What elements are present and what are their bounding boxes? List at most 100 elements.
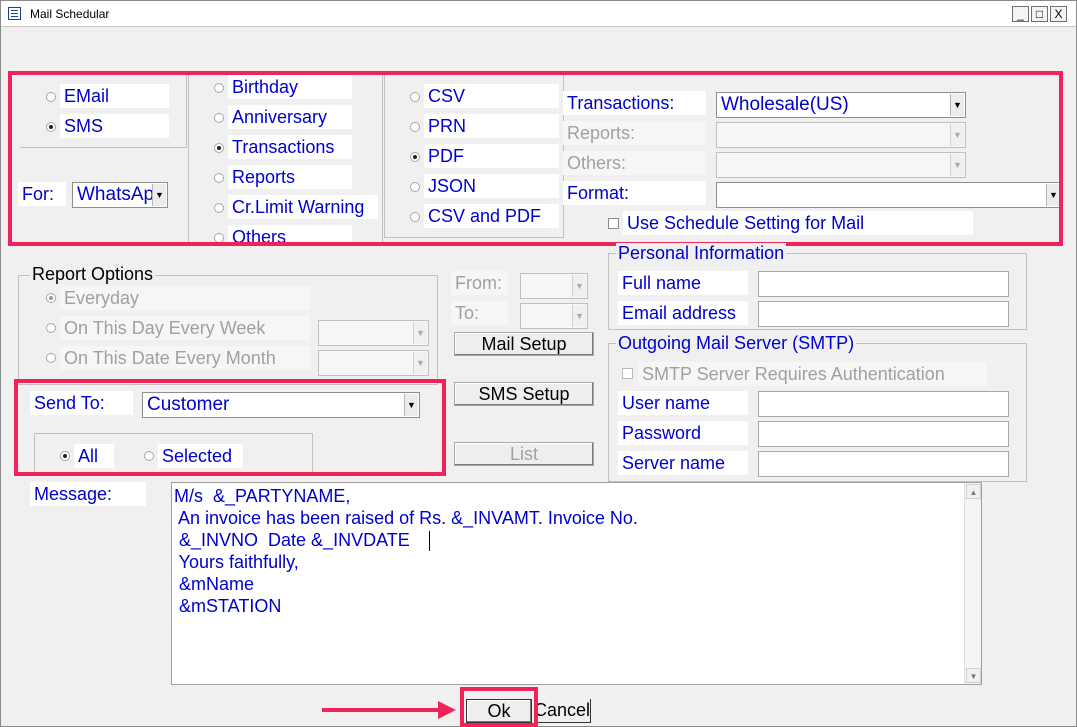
scroll-down-icon[interactable]: ▼ [966,668,981,683]
password-label: Password [618,421,748,445]
prn-label[interactable]: PRN [424,114,559,138]
birthday-radio[interactable] [214,83,224,93]
on-day-radio[interactable] [46,323,56,333]
mail-schedular-window: Mail Schedular _ □ X EMail SMS For: What… [0,0,1077,727]
use-schedule-checkbox[interactable] [608,218,619,229]
email-address-label: Email address [618,301,748,325]
arrow-right-icon [438,701,456,719]
server-name-label: Server name [618,451,748,475]
sms-radio[interactable] [46,122,56,132]
transactions-select[interactable]: Wholesale(US) ▼ [716,92,966,118]
chevron-down-icon[interactable]: ▼ [413,352,427,374]
for-select[interactable]: WhatsAp ▼ [72,182,168,208]
on-date-radio[interactable] [46,353,56,363]
sms-setup-button[interactable]: SMS Setup [454,382,594,406]
csv-radio[interactable] [410,92,420,102]
others-label[interactable]: Others [228,225,352,243]
user-name-field[interactable] [758,391,1009,417]
chevron-down-icon[interactable]: ▼ [950,124,964,146]
pointer-arrow-shaft [322,708,440,712]
mail-setup-button[interactable]: Mail Setup [454,332,594,356]
message-line: Yours faithfully, [174,552,299,572]
everyday-label[interactable]: Everyday [60,286,310,310]
format-select[interactable]: ▼ [716,182,1062,208]
on-day-select[interactable]: ▼ [318,320,429,346]
on-date-select[interactable]: ▼ [318,350,429,376]
json-label[interactable]: JSON [424,174,559,198]
full-name-field[interactable] [758,271,1009,297]
chevron-down-icon[interactable]: ▼ [404,394,418,416]
on-day-label[interactable]: On This Day Every Week [60,316,310,340]
reports-select[interactable]: ▼ [716,122,966,148]
maximize-button[interactable]: □ [1031,6,1048,22]
full-name-label: Full name [618,271,748,295]
ok-button[interactable]: Ok [466,699,532,723]
text-cursor [429,531,430,551]
everyday-radio[interactable] [46,293,56,303]
pdf-radio[interactable] [410,152,420,162]
chevron-down-icon[interactable]: ▼ [950,154,964,176]
chevron-down-icon[interactable]: ▼ [950,94,964,116]
csv-and-pdf-label[interactable]: CSV and PDF [424,204,559,228]
selected-label[interactable]: Selected [158,444,243,468]
smtp-auth-label[interactable]: SMTP Server Requires Authentication [638,362,987,386]
others-select-label: Others: [563,151,706,175]
birthday-label[interactable]: Birthday [228,75,352,99]
message-textarea[interactable]: M/s &_PARTYNAME, An invoice has been rai… [171,482,982,685]
send-to-select[interactable]: Customer ▼ [142,392,420,418]
use-schedule-label[interactable]: Use Schedule Setting for Mail [623,211,973,235]
others-radio[interactable] [214,233,224,243]
server-name-field[interactable] [758,451,1009,477]
message-line: &mSTATION [174,596,282,616]
chevron-down-icon[interactable]: ▼ [1046,184,1060,206]
personal-info-title: Personal Information [616,243,787,263]
reports-radio[interactable] [214,173,224,183]
message-label: Message: [30,482,146,506]
message-line: M/s &_PARTYNAME, [174,486,351,506]
csv-and-pdf-radio[interactable] [410,212,420,222]
chevron-down-icon[interactable]: ▼ [152,184,166,206]
anniversary-label[interactable]: Anniversary [228,105,352,129]
format-select-label: Format: [563,181,706,205]
user-name-label: User name [618,391,748,415]
reports-label[interactable]: Reports [228,165,352,189]
window-title: Mail Schedular [30,7,110,21]
send-to-select-value: Customer [147,394,230,415]
transactions-select-label: Transactions: [563,91,706,115]
chevron-down-icon[interactable]: ▼ [572,305,586,327]
selected-radio[interactable] [144,451,154,461]
from-select[interactable]: ▼ [520,273,588,299]
email-address-field[interactable] [758,301,1009,327]
all-label[interactable]: All [74,444,114,468]
message-scrollbar[interactable]: ▲ ▼ [964,483,981,684]
scroll-up-icon[interactable]: ▲ [966,484,981,499]
minimize-button[interactable]: _ [1012,6,1029,22]
anniversary-radio[interactable] [214,113,224,123]
smtp-auth-checkbox[interactable] [622,368,633,379]
message-line: &mName [174,574,255,594]
chevron-down-icon[interactable]: ▼ [572,275,586,297]
from-label: From: [451,271,508,295]
transactions-radio[interactable] [214,143,224,153]
all-radio[interactable] [60,451,70,461]
cancel-button[interactable]: Cancel [534,699,591,723]
cr-limit-label[interactable]: Cr.Limit Warning [228,195,378,219]
list-button[interactable]: List [454,442,594,466]
csv-label[interactable]: CSV [424,84,559,108]
to-label: To: [451,301,508,325]
password-field[interactable] [758,421,1009,447]
pdf-label[interactable]: PDF [424,144,559,168]
cr-limit-radio[interactable] [214,203,224,213]
sms-label[interactable]: SMS [60,114,169,138]
others-select[interactable]: ▼ [716,152,966,178]
transactions-label[interactable]: Transactions [228,135,352,159]
email-label[interactable]: EMail [60,84,169,108]
chevron-down-icon[interactable]: ▼ [413,322,427,344]
report-options-title: Report Options [30,264,156,284]
to-select[interactable]: ▼ [520,303,588,329]
close-button[interactable]: X [1050,6,1067,22]
on-date-label[interactable]: On This Date Every Month [60,346,310,370]
email-radio[interactable] [46,92,56,102]
json-radio[interactable] [410,182,420,192]
prn-radio[interactable] [410,122,420,132]
